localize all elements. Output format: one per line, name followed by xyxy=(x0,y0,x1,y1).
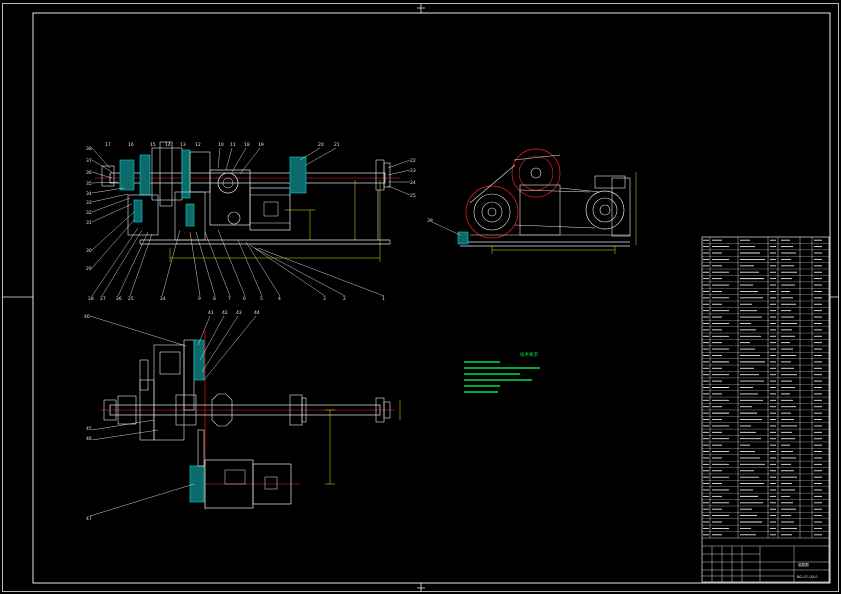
svg-text:3: 3 xyxy=(323,296,326,302)
svg-text:31: 31 xyxy=(86,220,92,226)
svg-text:24: 24 xyxy=(410,180,416,186)
svg-text:42: 42 xyxy=(222,310,228,316)
svg-text:29: 29 xyxy=(86,266,92,272)
svg-text:32: 32 xyxy=(86,210,92,216)
svg-text:28: 28 xyxy=(88,296,94,302)
front-view: 3837 3635 3433 3231 3029 28 27 26 25 24 9 8… xyxy=(86,141,416,302)
svg-text:26: 26 xyxy=(116,296,122,302)
svg-text:39: 39 xyxy=(427,218,433,224)
svg-text:14: 14 xyxy=(165,142,171,148)
svg-text:38: 38 xyxy=(86,146,92,152)
svg-text:34: 34 xyxy=(86,191,92,197)
svg-text:17: 17 xyxy=(105,142,111,148)
svg-text:46: 46 xyxy=(86,436,92,442)
svg-text:43: 43 xyxy=(236,310,242,316)
svg-text:6: 6 xyxy=(243,296,246,302)
parts-list: 装配图 BG-07-00-0 xyxy=(701,236,830,583)
svg-text:22: 22 xyxy=(410,158,416,164)
technical-notes: 技术要求 xyxy=(464,351,540,393)
svg-text:8: 8 xyxy=(213,296,216,302)
svg-text:4: 4 xyxy=(278,296,281,302)
inner-frame xyxy=(32,12,831,584)
svg-text:12: 12 xyxy=(195,142,201,148)
svg-text:27: 27 xyxy=(100,296,106,302)
svg-text:1: 1 xyxy=(382,296,385,302)
cad-drawing: 3837 3635 3433 3231 3029 28 27 26 25 24 9 8… xyxy=(2,3,839,592)
svg-text:15: 15 xyxy=(150,142,156,148)
svg-text:11: 11 xyxy=(230,142,236,148)
svg-text:40: 40 xyxy=(84,314,90,320)
plan-view: 40 41 42 43 44 45 46 47 xyxy=(84,310,401,522)
svg-text:21: 21 xyxy=(334,142,340,148)
svg-text:47: 47 xyxy=(86,516,92,522)
svg-text:7: 7 xyxy=(228,296,231,302)
svg-text:13: 13 xyxy=(180,142,186,148)
svg-text:41: 41 xyxy=(208,310,214,316)
svg-text:9: 9 xyxy=(198,296,201,302)
svg-text:19: 19 xyxy=(258,142,264,148)
svg-text:16: 16 xyxy=(128,142,134,148)
drawing-number: BG-07-00-0 xyxy=(797,575,818,579)
svg-text:36: 36 xyxy=(86,170,92,176)
svg-text:25: 25 xyxy=(128,296,134,302)
svg-text:44: 44 xyxy=(254,310,260,316)
svg-text:33: 33 xyxy=(86,200,92,206)
drawing-title: 装配图 xyxy=(798,562,809,567)
svg-text:30: 30 xyxy=(86,248,92,254)
svg-text:23: 23 xyxy=(410,168,416,174)
svg-text:25: 25 xyxy=(410,193,416,199)
svg-text:10: 10 xyxy=(218,142,224,148)
svg-text:37: 37 xyxy=(86,158,92,164)
svg-text:18: 18 xyxy=(244,142,250,148)
svg-text:35: 35 xyxy=(86,181,92,187)
svg-text:2: 2 xyxy=(343,296,346,302)
svg-text:45: 45 xyxy=(86,426,92,432)
svg-text:20: 20 xyxy=(318,142,324,148)
svg-text:5: 5 xyxy=(260,296,263,302)
svg-text:24: 24 xyxy=(160,296,166,302)
side-view: 39 xyxy=(427,148,637,254)
technical-requirements-title: 技术要求 xyxy=(520,351,538,358)
